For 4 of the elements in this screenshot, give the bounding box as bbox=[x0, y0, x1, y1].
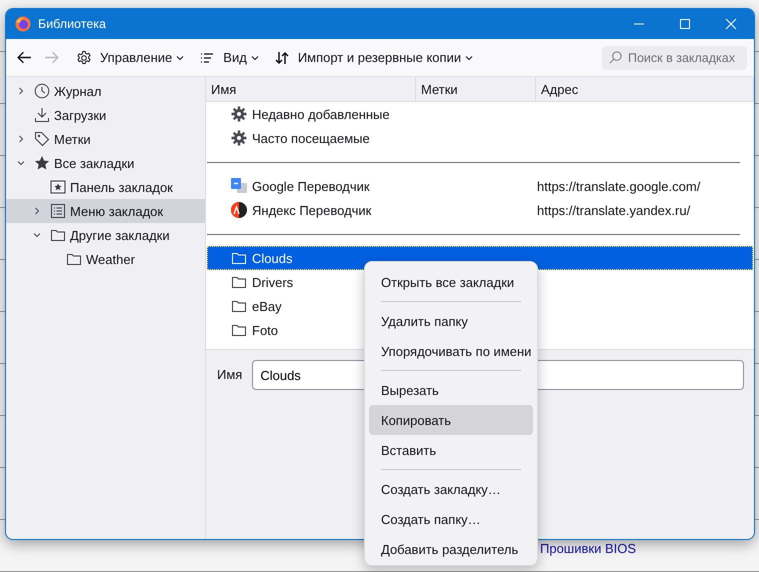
field-label: Имя bbox=[217, 366, 242, 384]
row-address: https://translate.google.com/ bbox=[537, 178, 700, 194]
row-address: https://translate.yandex.ru/ bbox=[537, 202, 690, 218]
window-title: Библиотека bbox=[38, 17, 106, 31]
